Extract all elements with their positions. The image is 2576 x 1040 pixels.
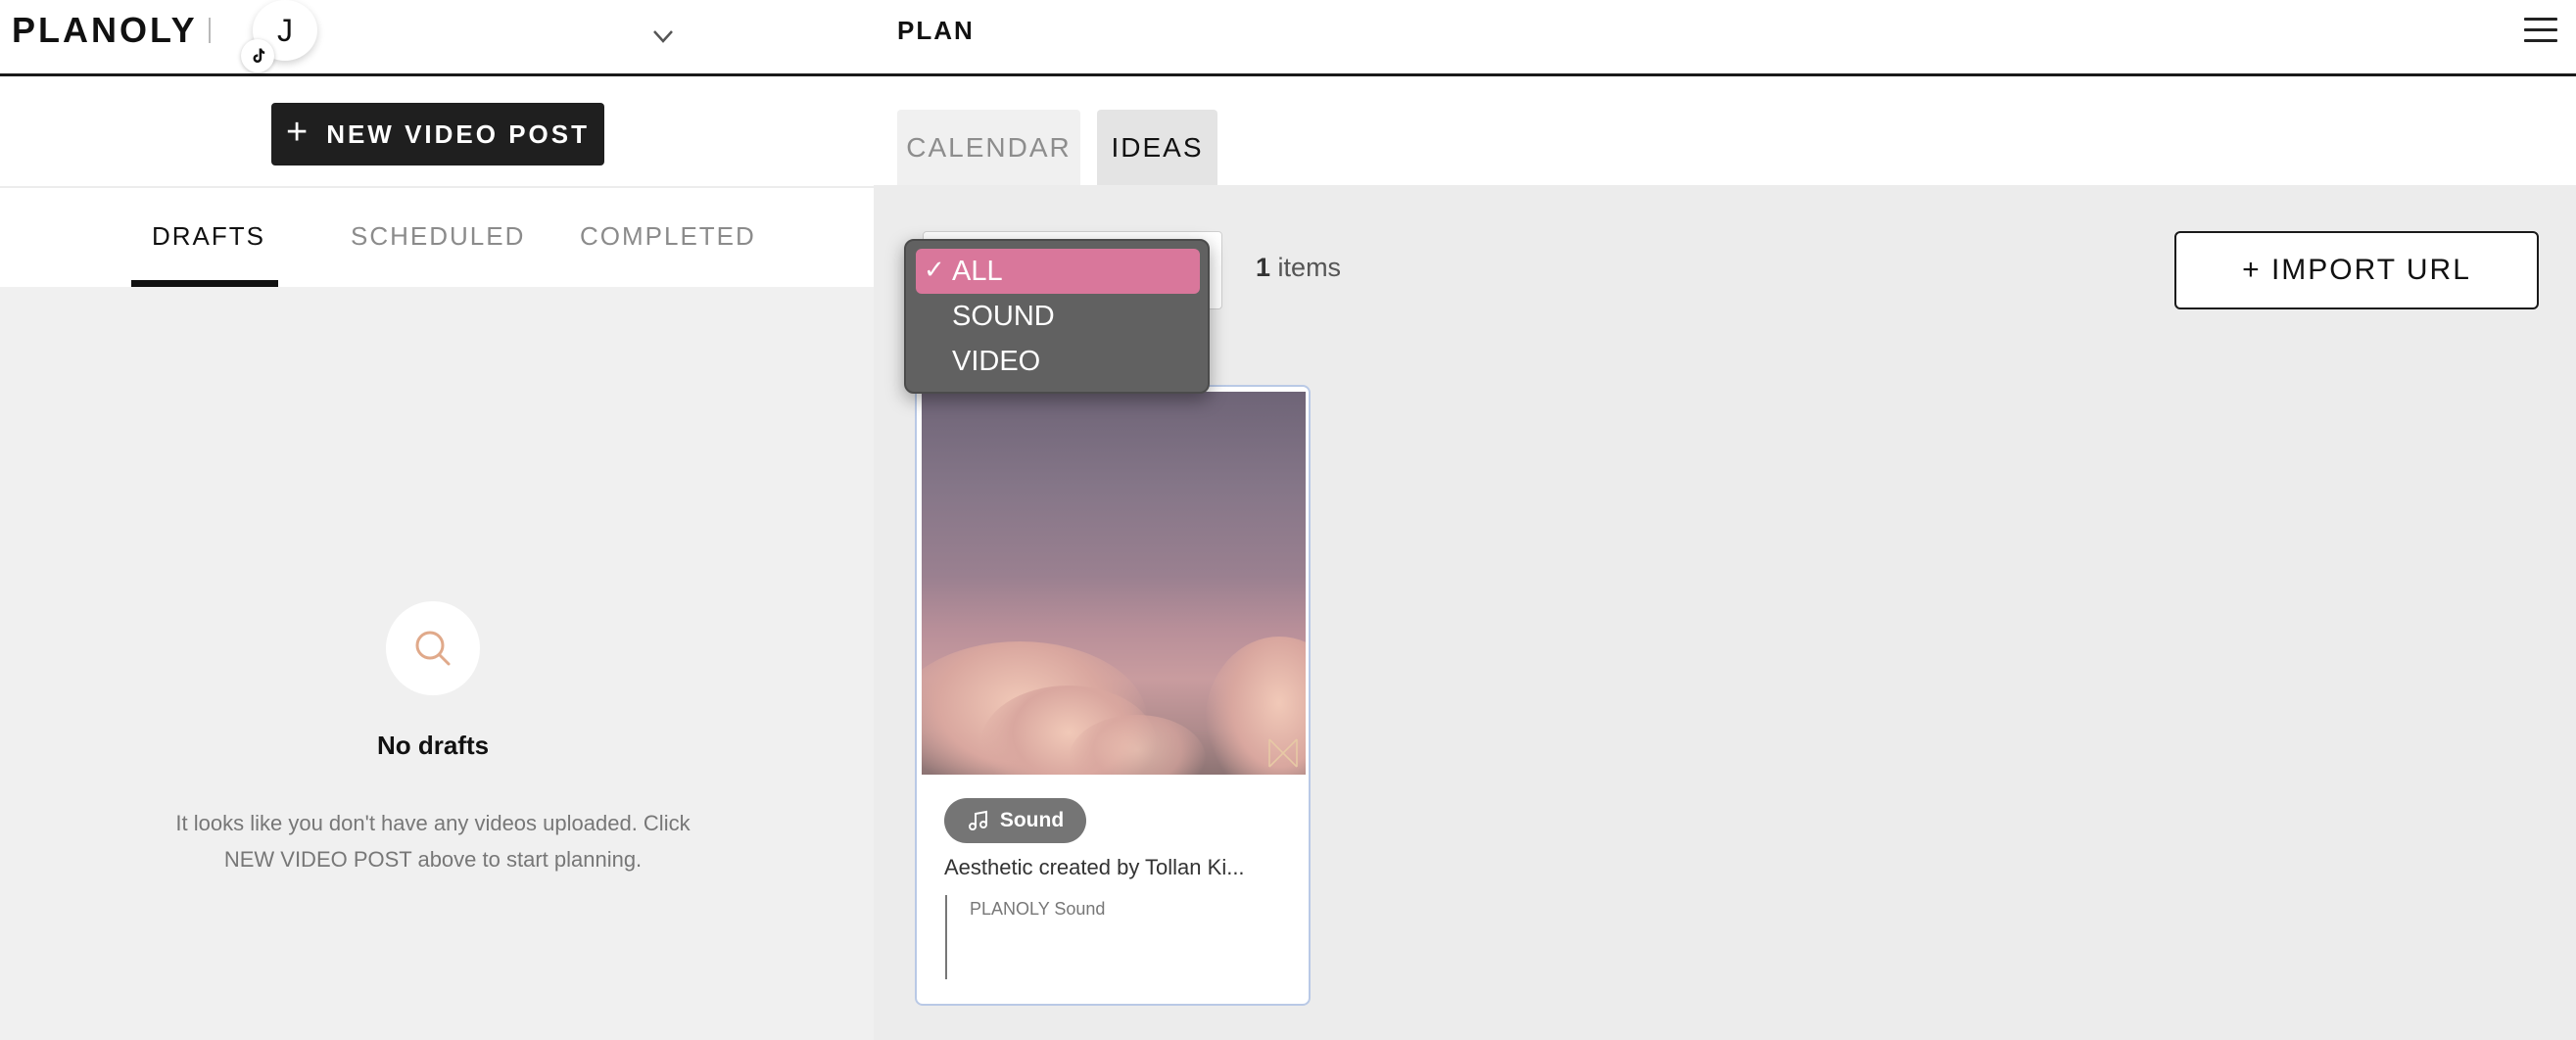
idea-subtitle: PLANOLY Sound xyxy=(970,899,1106,919)
empty-state-description: It looks like you don't have any videos … xyxy=(175,811,691,872)
filter-option-label: ALL xyxy=(952,255,1003,287)
hamburger-menu-icon[interactable] xyxy=(2524,18,2557,45)
new-video-post-button[interactable]: + NEW VIDEO POST xyxy=(271,103,604,165)
idea-title: Aesthetic created by Tollan Ki... xyxy=(944,855,1245,879)
tab-drafts[interactable]: DRAFTS xyxy=(152,221,265,252)
filter-option-sound[interactable]: SOUND xyxy=(916,294,1200,339)
active-tab-indicator xyxy=(131,280,278,287)
header-divider xyxy=(209,18,211,43)
brand-logo[interactable]: PLANOLY xyxy=(12,10,198,51)
items-count-number: 1 xyxy=(1256,253,1271,282)
tab-completed[interactable]: COMPLETED xyxy=(580,221,756,252)
account-switcher[interactable]: J xyxy=(241,0,321,72)
items-count-label: items xyxy=(1277,253,1342,282)
filter-option-video[interactable]: VIDEO xyxy=(916,339,1200,384)
tab-calendar[interactable]: CALENDAR xyxy=(897,110,1080,185)
sound-tag: Sound xyxy=(944,798,1086,843)
checkmark-icon: ✓ xyxy=(924,255,945,284)
tiktok-icon xyxy=(241,39,274,72)
top-header: PLANOLY J PLAN xyxy=(0,0,2576,76)
idea-card[interactable]: Sound Aesthetic created by Tollan Ki... … xyxy=(915,385,1311,1006)
filter-dropdown-menu: ✓ ALL SOUND VIDEO xyxy=(904,239,1210,394)
page-title: PLAN xyxy=(897,16,975,45)
import-url-button[interactable]: + IMPORT URL xyxy=(2174,231,2539,309)
search-icon xyxy=(386,601,480,695)
chevron-down-icon[interactable] xyxy=(646,20,680,53)
watermark-icon xyxy=(1266,736,1300,770)
filter-option-label: SOUND xyxy=(952,300,1055,332)
plus-icon: + xyxy=(285,112,311,153)
empty-state-title: No drafts xyxy=(376,731,490,760)
music-note-icon xyxy=(968,810,987,830)
quote-bar xyxy=(945,895,947,979)
filter-option-label: VIDEO xyxy=(952,345,1041,377)
left-tabs: DRAFTS SCHEDULED COMPLETED xyxy=(0,188,874,287)
new-video-post-label: NEW VIDEO POST xyxy=(326,118,590,149)
idea-thumbnail xyxy=(922,392,1306,775)
sound-tag-label: Sound xyxy=(999,809,1065,831)
filter-option-all[interactable]: ✓ ALL xyxy=(916,249,1200,294)
tab-scheduled[interactable]: SCHEDULED xyxy=(351,221,525,252)
tab-ideas[interactable]: IDEAS xyxy=(1097,110,1217,185)
items-count: 1 items xyxy=(1256,253,1341,283)
